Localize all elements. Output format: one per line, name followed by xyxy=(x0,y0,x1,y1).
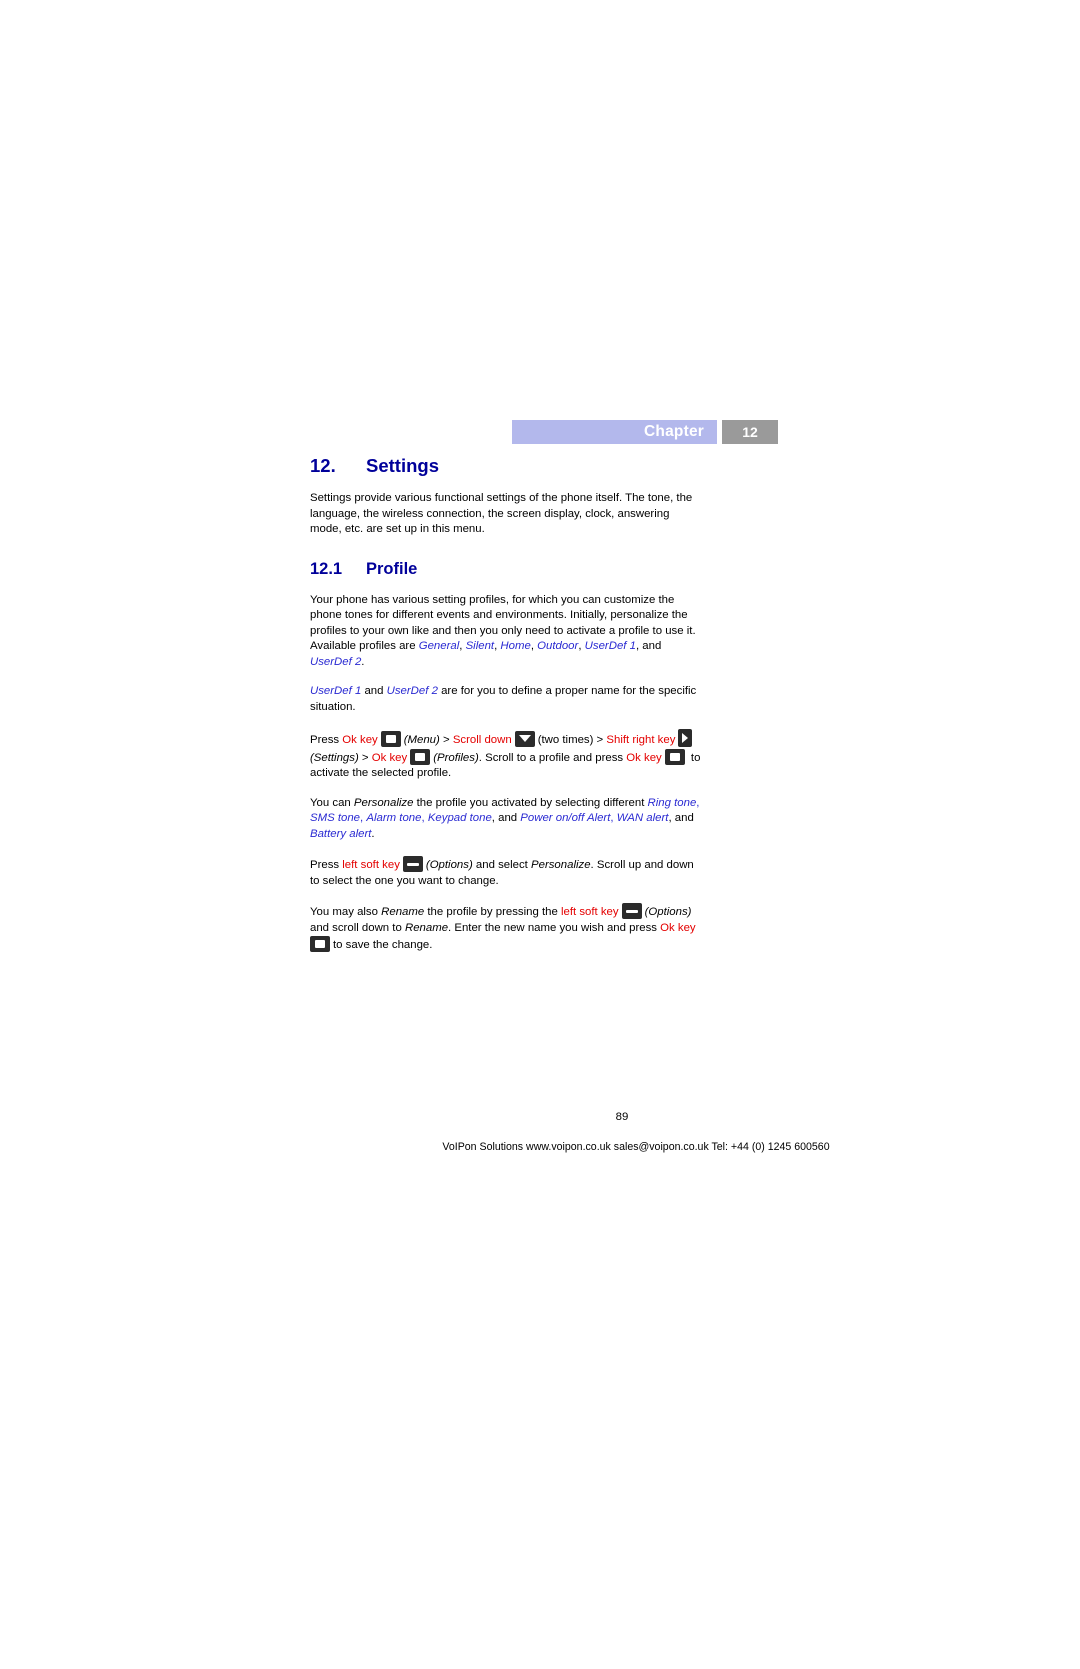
page-number: 89 xyxy=(0,1111,1080,1123)
alert-battery: Battery alert xyxy=(310,827,372,840)
page-number-value: 89 xyxy=(615,1111,629,1123)
shift-right-key-icon xyxy=(678,729,693,747)
section-title: Settings xyxy=(366,455,439,476)
menu-word: (Menu) xyxy=(403,734,440,746)
rename-text-c: the profile by pressing the xyxy=(424,906,561,918)
profile-name-silent: Silent xyxy=(465,640,495,652)
tone-keypad: Keypad tone xyxy=(427,812,492,824)
userdef-and: and xyxy=(361,685,387,697)
ok-key-label-2: Ok key xyxy=(371,751,408,764)
rename-text-f: . Enter the new name you wish and press xyxy=(448,921,661,934)
press-instruction-1: Press Ok key (Menu) > Scroll down (two tim… xyxy=(310,729,702,782)
rename-word-2: Rename xyxy=(404,921,449,934)
subsection-heading: 12.1 Profile xyxy=(310,560,702,579)
personalize-text-a: You can xyxy=(310,796,354,809)
profile-name-userdef1: UserDef 1 xyxy=(584,640,636,652)
chapter-label: Chapter xyxy=(644,423,704,440)
two-times-word: (two times) > xyxy=(537,734,607,746)
profile-text-b: , and xyxy=(635,640,662,652)
chapter-number: 12 xyxy=(742,424,758,440)
intro-paragraph: Settings provide various functional sett… xyxy=(310,492,693,535)
profiles-word: (Profiles) xyxy=(433,751,479,764)
footer-credit: VoIPon Solutions www.voipon.co.uk sales@… xyxy=(0,1141,1080,1153)
chapter-header-bar: Chapter 12 xyxy=(512,420,778,444)
personalize-and-2: , and xyxy=(668,812,694,824)
chapter-number-box: 12 xyxy=(722,420,778,444)
personalize-end: . xyxy=(371,827,375,840)
chapter-label-band: Chapter xyxy=(512,420,717,444)
profile-name-home: Home xyxy=(500,640,531,652)
subsection-title: Profile xyxy=(366,559,418,578)
ok-key-icon xyxy=(310,936,330,952)
personalize-word: Personalize xyxy=(353,796,414,809)
ok-key-icon xyxy=(410,748,431,765)
subsection-number: 12.1 xyxy=(310,559,343,578)
tone-alarm: Alarm tone xyxy=(366,812,422,824)
footer-credit-text: VoIPon Solutions www.voipon.co.uk sales@… xyxy=(442,1141,830,1153)
profile-paragraph-1: Your phone has various setting profiles,… xyxy=(310,593,696,668)
rename-tail: to save the change. xyxy=(333,939,433,951)
ok-key-icon xyxy=(664,748,685,765)
profile-paragraph-2: UserDef 1 and UserDef 2 are for you to d… xyxy=(310,684,702,715)
userdef2-ref: UserDef 2 xyxy=(386,685,438,697)
ok-key-label-1: Ok key xyxy=(342,734,378,746)
profile-name-outdoor: Outdoor xyxy=(537,640,579,652)
ok-key-icon xyxy=(380,731,401,747)
settings-word: (Settings) xyxy=(310,751,359,764)
press-word-1: Press xyxy=(310,734,343,746)
options-word-1: (Options) xyxy=(425,859,473,871)
scroll-down-label: Scroll down xyxy=(452,734,512,746)
press-tail-1: . Scroll to a profile and press xyxy=(478,751,627,764)
page-content: 12. Settings Settings provide various fu… xyxy=(310,455,702,968)
profile-name-general: General xyxy=(418,640,460,652)
press-gt-2: > xyxy=(358,751,372,764)
left-soft-key-icon xyxy=(402,856,423,872)
alert-wan: WAN alert xyxy=(616,812,669,824)
tone-sms: SMS tone xyxy=(310,812,361,824)
options-word-2: (Options) xyxy=(644,906,692,918)
rename-text-a: You may also xyxy=(310,906,382,918)
personalize-paragraph: You can Personalize the profile you acti… xyxy=(310,796,700,840)
personalize-text-c: the profile you activated by selecting d… xyxy=(413,796,648,809)
section-number: 12. xyxy=(310,455,336,476)
rename-instruction: You may also Rename the profile by press… xyxy=(310,903,702,954)
ok-key-label-3: Ok key xyxy=(626,751,662,764)
section-heading: 12. Settings xyxy=(310,455,702,477)
shift-right-label: Shift right key xyxy=(606,734,676,746)
press-gt-1: > xyxy=(439,734,453,746)
left-soft-key-icon xyxy=(621,903,642,919)
document-page: Chapter 12 12. Settings Settings provide… xyxy=(0,0,1080,1669)
ok-key-label-4: Ok key xyxy=(660,921,696,934)
left-soft-key-label-1: left soft key xyxy=(342,859,400,871)
left-soft-key-label-2: left soft key xyxy=(560,906,619,918)
scroll-down-key-icon xyxy=(514,731,535,747)
press-2-mid: and select xyxy=(472,859,532,871)
profile-name-userdef2: UserDef 2 xyxy=(310,655,362,668)
tone-ring: Ring tone xyxy=(647,796,697,809)
press-word-2: Press xyxy=(310,859,343,871)
userdef1-ref: UserDef 1 xyxy=(310,685,362,697)
rename-text-d: and scroll down to xyxy=(310,921,405,934)
personalize-and-1: , and xyxy=(491,812,521,824)
alert-power: Power on/off Alert xyxy=(520,812,611,824)
press-instruction-2: Press left soft key (Options) and select … xyxy=(310,856,702,889)
personalize-word-2: Personalize xyxy=(531,859,591,871)
profile-text-c: . xyxy=(361,655,365,668)
rename-word-1: Rename xyxy=(381,906,425,918)
